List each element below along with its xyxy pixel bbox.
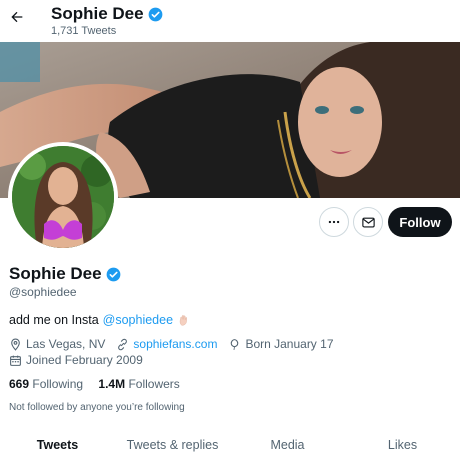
profile-handle: @sophiedee	[9, 285, 77, 299]
avatar[interactable]	[8, 142, 118, 252]
profile-meta-row-2: Joined February 2009	[9, 353, 154, 367]
message-button[interactable]	[353, 207, 383, 237]
tab-likes[interactable]: Likes	[345, 430, 460, 460]
link-icon	[118, 338, 128, 350]
location-item: Las Vegas, NV	[9, 337, 105, 351]
hand-emoji-icon	[179, 314, 188, 326]
followers-count: 1.4M	[98, 377, 126, 391]
followers-stat[interactable]: 1.4M Followers	[98, 377, 179, 391]
profile-name: Sophie Dee	[9, 264, 121, 284]
calendar-icon	[10, 355, 21, 366]
follow-stats: 669 Following 1.4M Followers	[9, 377, 192, 391]
bio-text: add me on Insta	[9, 313, 99, 327]
tab-tweets[interactable]: Tweets	[0, 430, 115, 460]
not-followed-note: Not followed by anyone you’re following	[9, 402, 185, 413]
birthday-text: Born January 17	[245, 337, 334, 351]
profile-meta-row-1: Las Vegas, NV sophiefans.com Born Januar…	[9, 337, 345, 351]
top-bar: Sophie Dee 1,731 Tweets	[0, 0, 460, 42]
more-button[interactable]	[319, 207, 349, 237]
more-icon	[328, 220, 340, 224]
profile-tabs: Tweets Tweets & replies Media Likes	[0, 430, 460, 460]
following-count: 669	[9, 377, 30, 391]
location-text: Las Vegas, NV	[26, 337, 106, 351]
header-name: Sophie Dee	[51, 4, 163, 24]
back-button[interactable]	[6, 6, 28, 28]
tweet-count: 1,731 Tweets	[51, 25, 117, 37]
follow-button[interactable]: Follow	[388, 207, 452, 237]
back-arrow-icon	[11, 11, 23, 23]
birthday-icon	[231, 338, 239, 350]
message-icon	[361, 217, 375, 227]
followers-label: Followers	[128, 377, 180, 391]
profile-name-text: Sophie Dee	[9, 264, 102, 283]
tab-tweets-replies[interactable]: Tweets & replies	[115, 430, 230, 460]
tab-media[interactable]: Media	[230, 430, 345, 460]
birthday-item: Born January 17	[228, 337, 334, 351]
profile-bio: add me on Insta @sophiedee	[9, 313, 190, 327]
bio-mention-link[interactable]: @sophiedee	[103, 313, 173, 327]
following-stat[interactable]: 669 Following	[9, 377, 83, 391]
avatar-image	[12, 146, 114, 248]
location-icon	[11, 338, 20, 351]
following-label: Following	[32, 377, 84, 391]
joined-item: Joined February 2009	[9, 353, 143, 367]
verified-badge-icon	[106, 267, 120, 281]
website-item: sophiefans.com	[116, 337, 217, 351]
verified-badge-icon	[148, 7, 162, 21]
website-link[interactable]: sophiefans.com	[133, 337, 217, 351]
header-name-text: Sophie Dee	[51, 4, 144, 23]
joined-text: Joined February 2009	[26, 353, 143, 367]
